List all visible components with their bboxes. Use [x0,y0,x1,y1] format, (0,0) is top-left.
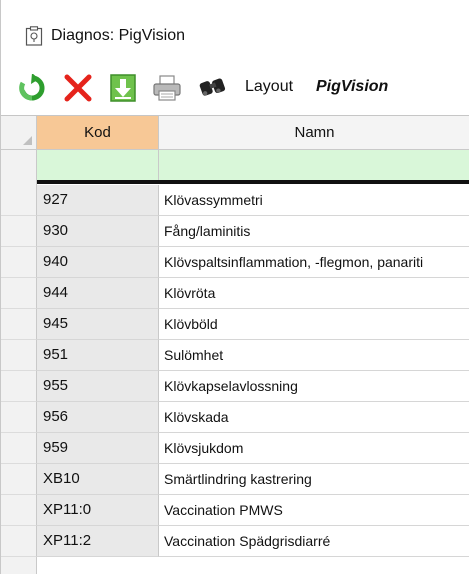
layout-label: Layout [245,78,294,95]
cell-namn[interactable]: Klövböld [159,309,469,340]
cell-kod[interactable]: XB10 [37,464,159,495]
cell-kod[interactable]: 927 [37,185,159,216]
row-header[interactable] [1,495,37,526]
row-header[interactable] [1,464,37,495]
cell-namn[interactable]: Sulömhet [159,340,469,371]
cell-kod[interactable]: 951 [37,340,159,371]
download-icon [110,74,136,102]
row-header[interactable] [1,278,37,309]
cell-kod[interactable]: 930 [37,216,159,247]
cell-namn[interactable]: Klövsjukdom [159,433,469,464]
cell-namn[interactable]: Klövskada [159,402,469,433]
delete-button[interactable] [63,73,93,103]
table-row[interactable]: 940 Klövspaltsinflammation, -flegmon, pan… [1,247,469,278]
cell-namn[interactable]: Vaccination Spädgrisdiarré [159,526,469,557]
row-header[interactable] [1,309,37,340]
filter-cell-kod[interactable] [37,150,159,180]
cell-kod[interactable]: 940 [37,247,159,278]
cell-kod[interactable]: XP11:0 [37,495,159,526]
row-header[interactable] [1,247,37,278]
table-row[interactable]: 956 Klövskada [1,402,469,433]
filter-separator [37,180,469,184]
table-row[interactable]: XP11:2 Vaccination Spädgrisdiarré [1,526,469,557]
row-header[interactable] [1,526,37,557]
table-row[interactable]: XP11:0 Vaccination PMWS [1,495,469,526]
diagnos-window: Diagnos: PigVision Layout PigVision Kod … [0,0,469,574]
delete-icon [64,74,92,102]
row-header[interactable] [1,216,37,247]
toolbar [1,66,469,108]
table-row[interactable]: 930 Fång/laminitis [1,216,469,247]
cell-namn[interactable]: Vaccination PMWS [159,495,469,526]
row-header[interactable] [1,433,37,464]
diagnosis-grid: Kod Namn 927 Klövassymmetri 930 Fång/lamini… [1,115,469,574]
cell-namn[interactable]: Smärtlindring kastrering [159,464,469,495]
row-header[interactable] [1,185,37,216]
select-all-corner[interactable] [1,116,37,150]
cell-namn[interactable]: Klövassymmetri [159,185,469,216]
row-header[interactable] [1,340,37,371]
cell-namn[interactable]: Klövspaltsinflammation, -flegmon, panari… [159,247,469,278]
table-row[interactable]: 927 Klövassymmetri [1,185,469,216]
title-bar: Diagnos: PigVision [1,0,469,54]
search-button[interactable] [199,73,229,103]
refresh-button[interactable] [17,73,47,103]
row-header[interactable] [1,402,37,433]
cell-namn[interactable]: Klövkapselavlossning [159,371,469,402]
row-header[interactable] [1,371,37,402]
download-button[interactable] [108,73,138,103]
refresh-icon [19,74,45,101]
cell-kod[interactable]: 945 [37,309,159,340]
filter-row [1,150,469,180]
filter-cell-namn[interactable] [159,150,469,180]
table-row[interactable]: 959 Klövsjukdom [1,433,469,464]
table-row[interactable]: XB10 Smärtlindring kastrering [1,464,469,495]
cell-kod[interactable]: 956 [37,402,159,433]
print-icon [153,75,181,101]
column-header-namn[interactable]: Namn [159,116,469,150]
cell-kod[interactable]: XP11:2 [37,526,159,557]
cell-kod[interactable]: 944 [37,278,159,309]
cell-kod[interactable]: 959 [37,433,159,464]
table-row[interactable]: 951 Sulömhet [1,340,469,371]
column-header-kod[interactable]: Kod [37,116,159,150]
clipboard-icon [25,26,43,46]
layout-value[interactable]: PigVision [316,77,388,97]
table-row[interactable]: 955 Klövkapselavlossning [1,371,469,402]
cell-namn[interactable]: Fång/laminitis [159,216,469,247]
cell-namn[interactable]: Klövröta [159,278,469,309]
table-row[interactable]: 945 Klövböld [1,309,469,340]
window-title: Diagnos: PigVision [51,27,186,44]
print-button[interactable] [152,73,182,103]
cell-kod[interactable]: 955 [37,371,159,402]
binoculars-icon [199,78,226,96]
filter-row-header [1,150,37,180]
table-row[interactable]: 944 Klövröta [1,278,469,309]
